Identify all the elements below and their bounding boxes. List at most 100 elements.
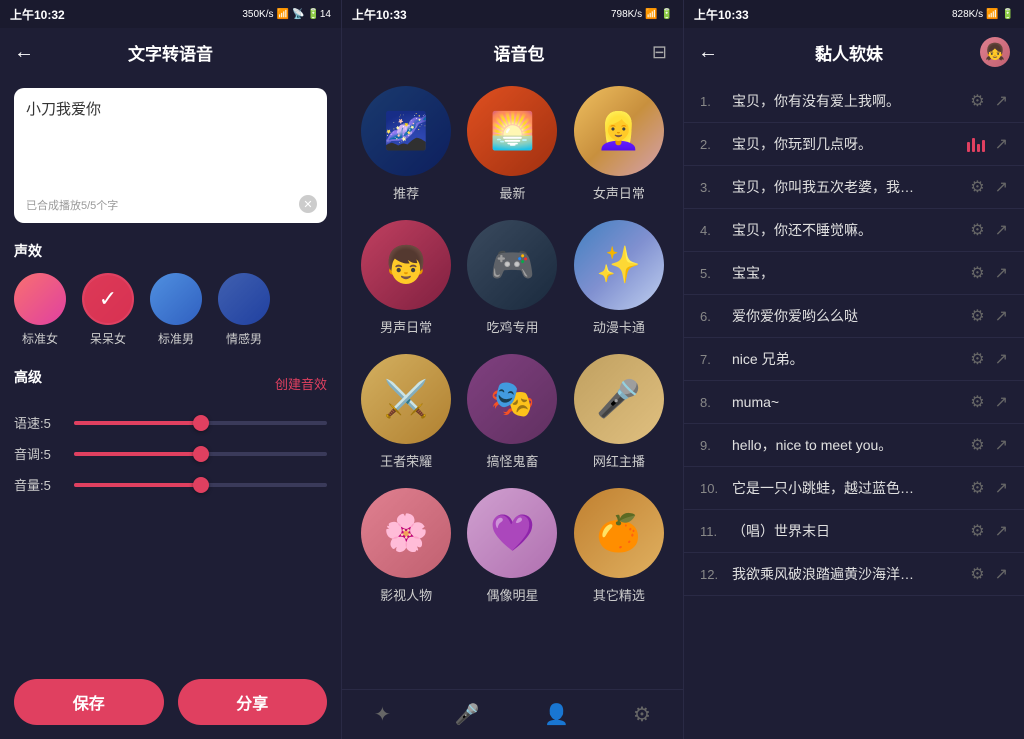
pitch-thumb[interactable] <box>193 446 209 462</box>
tune-icon[interactable]: ⚙ <box>970 263 984 283</box>
phrase-item[interactable]: 5. 宝宝， ⚙ ↗ <box>684 252 1024 295</box>
pitch-label: 音调:5 <box>14 444 64 463</box>
save-button[interactable]: 保存 <box>14 679 164 725</box>
phrase-item[interactable]: 4.宝贝，你还不睡觉嘛。⚙↗ <box>684 209 1024 252</box>
tune-icon[interactable]: ⚙ <box>970 392 984 412</box>
vp-item-vp12[interactable]: 🍊 其它精选 <box>571 488 667 604</box>
vp-circle-vp10: 🌸 <box>361 488 451 578</box>
tune-icon[interactable]: ⚙ <box>970 478 984 498</box>
share-icon[interactable]: ↗ <box>995 564 1008 584</box>
vp-item-vp4[interactable]: 👦男声日常 <box>358 220 454 336</box>
status-icons-3: 828K/s 📶 🔋 <box>952 9 1014 20</box>
phrase-header: ← 黏人软妹 👧 <box>684 28 1024 76</box>
panel-phrases: 上午10:33 828K/s 📶 🔋 ← 黏人软妹 👧 1.宝贝，你有没有爱上我… <box>684 0 1024 739</box>
voice-item-v2[interactable]: ✓呆呆女 <box>82 273 134 347</box>
tts-input[interactable]: 小刀我爱你 <box>26 98 315 188</box>
phrase-number: 10. <box>700 481 722 496</box>
pitch-fill <box>74 452 201 456</box>
vp-circle-vp12: 🍊 <box>574 488 664 578</box>
vp-item-vp6[interactable]: ✨动漫卡通 <box>571 220 667 336</box>
vp-circle-vp1: 🌌 <box>361 86 451 176</box>
voice-pack-grid: 🌌推荐🌅最新👱‍♀️女声日常 👦男声日常🎮吃鸡专用✨动漫卡通 ⚔️王者荣耀🎭搞怪鬼畜… <box>342 76 683 689</box>
phrase-item[interactable]: 8.muma~⚙↗ <box>684 381 1024 424</box>
phrase-text: 爱你爱你爱哟么么哒 <box>732 306 960 326</box>
share-button[interactable]: 分享 <box>178 679 328 725</box>
tune-icon[interactable]: ⚙ <box>970 306 984 326</box>
tab-sparks[interactable]: ✦ <box>374 702 391 727</box>
vp-item-vp9[interactable]: 🎤网红主播 <box>571 354 667 470</box>
vp-item-vp8[interactable]: 🎭搞怪鬼畜 <box>464 354 560 470</box>
phrase-actions: ⚙↗ <box>970 306 1008 326</box>
tab-mic[interactable]: 🎤 <box>455 702 480 727</box>
phrase-number: 5. <box>700 266 722 281</box>
vp-item-vp1[interactable]: 🌌推荐 <box>358 86 454 202</box>
battery-icon-3: 🔋 <box>1002 9 1014 20</box>
tune-icon[interactable]: ⚙ <box>970 177 984 197</box>
share-icon[interactable]: ↗ <box>995 263 1008 283</box>
tune-icon[interactable]: ⚙ <box>970 349 984 369</box>
create-sfx-link[interactable]: 创建音效 <box>275 374 327 393</box>
volume-track[interactable] <box>74 483 327 487</box>
share-icon[interactable]: ↗ <box>995 91 1008 111</box>
phrase-number: 8. <box>700 395 722 410</box>
share-icon[interactable]: ↗ <box>995 521 1008 541</box>
tune-icon[interactable]: ⚙ <box>970 435 984 455</box>
tab-profile[interactable]: 👤 <box>544 702 569 727</box>
phrase-item[interactable]: 3.宝贝，你叫我五次老婆，我…⚙↗ <box>684 166 1024 209</box>
share-icon[interactable]: ↗ <box>995 134 1008 154</box>
phrase-item[interactable]: 9.hello，nice to meet you。⚙↗ <box>684 424 1024 467</box>
phrase-item[interactable]: 1.宝贝，你有没有爱上我啊。⚙↗ <box>684 80 1024 123</box>
share-icon[interactable]: ↗ <box>995 392 1008 412</box>
phrase-number: 11. <box>700 524 722 539</box>
vp-menu-icon[interactable]: ⊟ <box>652 42 667 63</box>
speed-thumb[interactable] <box>193 415 209 431</box>
phrase-text: 宝贝，你玩到几点呀。 <box>732 134 957 154</box>
tab-settings[interactable]: ⚙ <box>633 702 651 727</box>
vp-item-vp11[interactable]: 💜偶像明星 <box>464 488 560 604</box>
phrase-item[interactable]: 11.（唱）世界末日⚙↗ <box>684 510 1024 553</box>
char-count: 已合成播放5/5个字 <box>26 197 315 213</box>
share-icon[interactable]: ↗ <box>995 220 1008 240</box>
tune-icon[interactable]: ⚙ <box>970 521 984 541</box>
phrase-actions: ⚙↗ <box>970 435 1008 455</box>
voice-item-v3[interactable]: 标准男 <box>150 273 202 347</box>
clear-button[interactable]: ✕ <box>299 195 317 213</box>
speed-slider-row: 语速:5 <box>14 413 327 432</box>
phrase-item[interactable]: 10.它是一只小跳蛙，越过蓝色…⚙↗ <box>684 467 1024 510</box>
tune-icon[interactable]: ⚙ <box>970 564 984 584</box>
voice-item-v1[interactable]: 标准女 <box>14 273 66 347</box>
phrase-item[interactable]: 2.宝贝，你玩到几点呀。↗ <box>684 123 1024 166</box>
phrase-actions: ⚙↗ <box>970 220 1008 240</box>
phrase-item[interactable]: 7.nice 兄弟。⚙↗ <box>684 338 1024 381</box>
tune-icon[interactable]: ⚙ <box>970 91 984 111</box>
vp-label-vp10: 影视人物 <box>380 585 432 604</box>
phrase-actions: ⚙↗ <box>970 91 1008 111</box>
speed-track[interactable] <box>74 421 327 425</box>
voice-name-v3: 标准男 <box>158 330 194 347</box>
vp-label-vp3: 女声日常 <box>593 183 645 202</box>
vp-label-vp12: 其它精选 <box>593 585 645 604</box>
share-icon[interactable]: ↗ <box>995 177 1008 197</box>
phrase-number: 7. <box>700 352 722 367</box>
vp-item-vp2[interactable]: 🌅最新 <box>464 86 560 202</box>
volume-thumb[interactable] <box>193 477 209 493</box>
phrase-number: 1. <box>700 94 722 109</box>
phrase-item[interactable]: 6.爱你爱你爱哟么么哒⚙↗ <box>684 295 1024 338</box>
vp-item-vp10[interactable]: 🌸 影视人物 <box>358 488 454 604</box>
share-icon[interactable]: ↗ <box>995 306 1008 326</box>
share-icon[interactable]: ↗ <box>995 349 1008 369</box>
share-icon[interactable]: ↗ <box>995 478 1008 498</box>
voice-avatar-list: 标准女 ✓呆呆女标准男 情感男 <box>14 273 327 347</box>
voice-item-v4[interactable]: 情感男 <box>218 273 270 347</box>
pitch-track[interactable] <box>74 452 327 456</box>
back-button[interactable]: ← <box>14 41 34 64</box>
share-icon[interactable]: ↗ <box>995 435 1008 455</box>
vp-item-vp7[interactable]: ⚔️王者荣耀 <box>358 354 454 470</box>
tune-icon[interactable]: ⚙ <box>970 220 984 240</box>
phrase-text: 宝宝， <box>732 263 960 283</box>
vp-item-vp5[interactable]: 🎮吃鸡专用 <box>464 220 560 336</box>
phrase-back-button[interactable]: ← <box>698 41 718 64</box>
vp-label-vp4: 男声日常 <box>380 317 432 336</box>
vp-item-vp3[interactable]: 👱‍♀️女声日常 <box>571 86 667 202</box>
phrase-item[interactable]: 12.我欲乘风破浪踏遍黄沙海洋…⚙↗ <box>684 553 1024 596</box>
